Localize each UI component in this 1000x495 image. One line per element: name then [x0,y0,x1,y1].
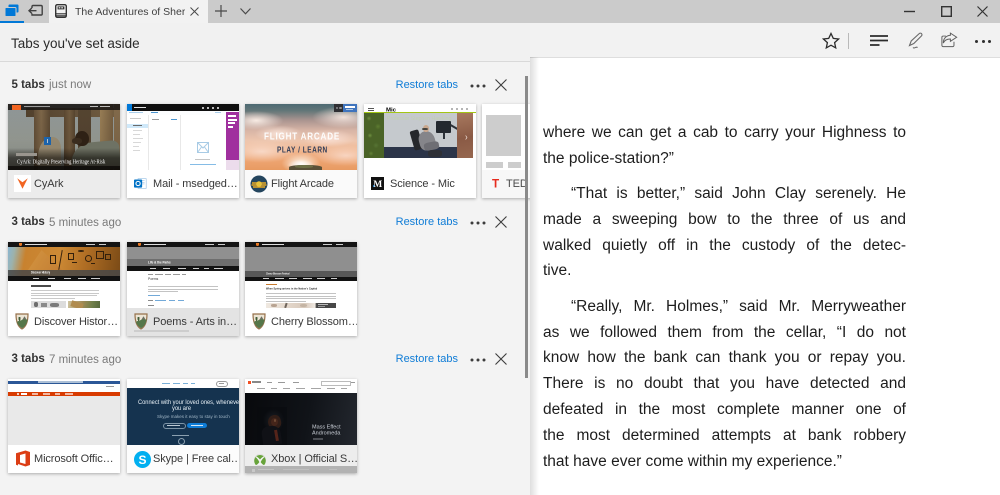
svg-text:S: S [138,453,146,467]
svg-text:M: M [373,180,382,190]
